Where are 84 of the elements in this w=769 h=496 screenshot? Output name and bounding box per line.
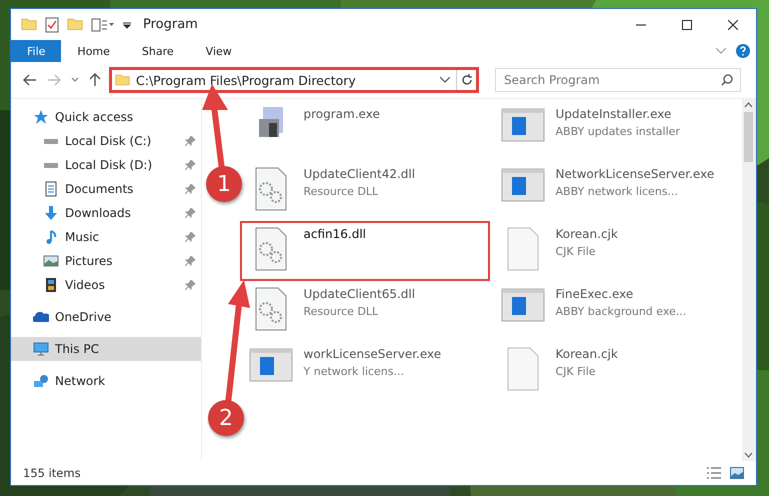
scroll-down-icon[interactable] bbox=[744, 452, 754, 458]
folder-icon bbox=[67, 18, 83, 31]
large-icons-view-icon[interactable] bbox=[730, 467, 744, 479]
pin-icon[interactable] bbox=[184, 232, 194, 242]
sidebar-item[interactable]: Music bbox=[11, 225, 200, 249]
maximize-icon bbox=[682, 20, 692, 30]
gear-file-icon bbox=[254, 167, 288, 211]
document-icon bbox=[45, 181, 57, 197]
pin-icon[interactable] bbox=[184, 136, 194, 146]
music-note-icon bbox=[46, 229, 56, 245]
ribbon-tab[interactable]: File bbox=[11, 40, 62, 62]
close-icon bbox=[728, 20, 738, 30]
back-button[interactable] bbox=[21, 74, 39, 86]
file-item[interactable]: Korean.cjk CJK File bbox=[492, 221, 742, 281]
minimize-icon bbox=[636, 24, 646, 26]
checklist-icon[interactable] bbox=[45, 16, 59, 32]
file-item[interactable]: program.exe bbox=[240, 101, 490, 161]
file-item[interactable]: acfin16.dll bbox=[240, 221, 490, 281]
sidebar-item[interactable]: This PC bbox=[11, 337, 200, 361]
pin-icon[interactable] bbox=[184, 160, 194, 170]
gear-file-icon bbox=[254, 287, 288, 331]
item-count: 155 items bbox=[23, 466, 81, 480]
drive-icon bbox=[43, 162, 59, 168]
file-item[interactable]: NetworkLicenseServer.exe ABBY network licens... bbox=[492, 161, 742, 221]
recent-locations-button[interactable] bbox=[69, 77, 81, 83]
sidebar-item[interactable]: Videos bbox=[11, 273, 200, 297]
up-arrow-icon bbox=[89, 73, 101, 87]
chevron-down-icon bbox=[71, 77, 79, 83]
file-item[interactable]: workLicenseServer.exe Y network licens... bbox=[240, 341, 490, 401]
picture-icon bbox=[43, 255, 59, 267]
details-view-icon[interactable] bbox=[706, 467, 722, 479]
forward-button[interactable] bbox=[45, 74, 63, 86]
file-item[interactable]: FineExec.exe ABBY background exe... bbox=[492, 281, 742, 341]
scrollbar-thumb[interactable] bbox=[744, 112, 754, 162]
sidebar-item[interactable]: Network bbox=[11, 369, 200, 393]
pin-icon[interactable] bbox=[184, 280, 194, 290]
search-field[interactable]: Search Program bbox=[495, 68, 741, 92]
network-globe-icon bbox=[33, 374, 49, 388]
window-title: Program bbox=[143, 17, 198, 32]
pin-icon[interactable] bbox=[184, 208, 194, 218]
file-item[interactable]: UpdateClient42.dll Resource DLL bbox=[240, 161, 490, 221]
ribbon-tab[interactable]: View bbox=[190, 40, 248, 62]
sidebar-item[interactable]: Documents bbox=[11, 177, 200, 201]
scrollbar[interactable] bbox=[742, 99, 756, 461]
folder-icon bbox=[115, 74, 130, 86]
chevron-down-icon[interactable] bbox=[440, 77, 450, 83]
application-window-icon bbox=[500, 167, 544, 203]
file-item[interactable]: UpdateClient65.dll Resource DLL bbox=[240, 281, 490, 341]
star-icon bbox=[33, 109, 49, 125]
blank-file-icon bbox=[506, 227, 540, 271]
scroll-up-icon[interactable] bbox=[744, 102, 754, 108]
back-arrow-icon bbox=[23, 74, 37, 86]
pin-icon[interactable] bbox=[184, 256, 194, 266]
forward-arrow-icon bbox=[47, 74, 61, 86]
sidebar-item[interactable]: Local Disk (D:) bbox=[11, 153, 200, 177]
download-arrow-icon bbox=[44, 205, 58, 221]
refresh-icon bbox=[460, 74, 472, 86]
ribbon-tab[interactable]: Share bbox=[126, 40, 190, 62]
help-icon[interactable] bbox=[736, 44, 750, 58]
application-window-icon bbox=[500, 107, 544, 143]
search-icon bbox=[721, 74, 733, 86]
up-button[interactable] bbox=[87, 73, 103, 87]
application-window-icon bbox=[500, 287, 544, 323]
sidebar-item[interactable]: Quick access bbox=[11, 105, 200, 129]
blank-file-icon bbox=[506, 347, 540, 391]
gear-file-icon bbox=[254, 227, 288, 271]
monitor-icon bbox=[33, 342, 49, 356]
properties-icon[interactable] bbox=[91, 18, 115, 32]
film-icon bbox=[45, 277, 57, 293]
ribbon-tab[interactable]: Home bbox=[61, 40, 126, 62]
dropdown-icon[interactable] bbox=[123, 20, 131, 28]
sidebar-item[interactable]: Downloads bbox=[11, 201, 200, 225]
application-window-icon bbox=[248, 347, 292, 383]
folder-icon bbox=[21, 18, 37, 31]
drive-icon bbox=[43, 138, 59, 144]
installer-icon bbox=[258, 107, 284, 137]
sidebar-item[interactable]: Pictures bbox=[11, 249, 200, 273]
file-item[interactable]: Korean.cjk CJK File bbox=[492, 341, 742, 401]
cloud-icon bbox=[33, 311, 49, 323]
sidebar-item[interactable]: Local Disk (C:) bbox=[11, 129, 200, 153]
address-bar[interactable]: C:\Program Files\Program Directory bbox=[109, 67, 479, 93]
pin-icon[interactable] bbox=[184, 184, 194, 194]
file-item[interactable]: UpdateInstaller.exe ABBY updates installer bbox=[492, 101, 742, 161]
sidebar-item[interactable]: OneDrive bbox=[11, 305, 200, 329]
